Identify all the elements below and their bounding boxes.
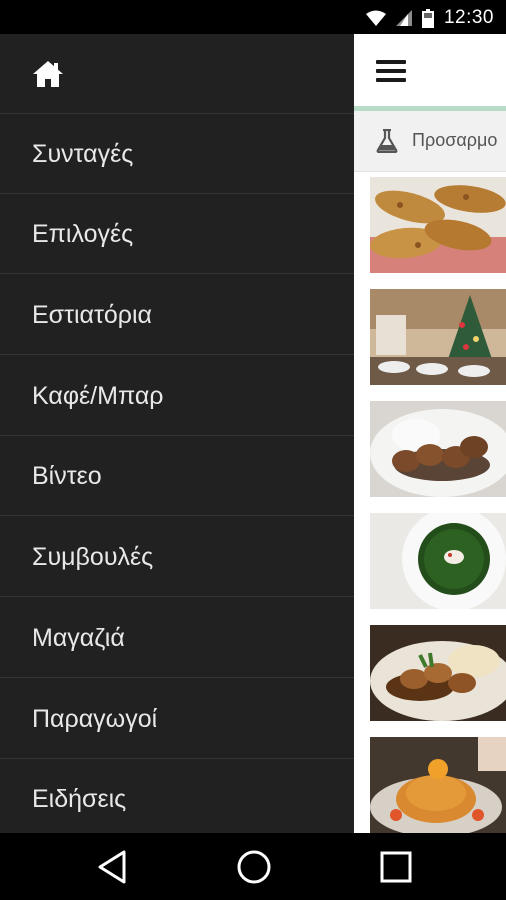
- filter-label: Προσαρμο: [412, 130, 498, 150]
- status-time: 12:30: [443, 7, 494, 28]
- drawer-item-shops[interactable]: Μαγαζιά: [0, 598, 354, 678]
- drawer-item-label: Εστιατόρια: [32, 301, 152, 329]
- drawer-item-label: Ειδήσεις: [32, 785, 127, 813]
- status-bar: 12:30: [0, 0, 506, 34]
- drawer-item-label: Συμβουλές: [32, 543, 154, 571]
- home-circle-icon[interactable]: [234, 849, 274, 885]
- home-icon: [33, 61, 63, 87]
- drawer-item-label: Συνταγές: [32, 140, 134, 168]
- cell-signal-icon: [395, 10, 412, 26]
- recipe-thumbnail[interactable]: [370, 734, 506, 833]
- status-icons: 12:30: [365, 7, 494, 29]
- recipe-thumbnail[interactable]: [370, 174, 506, 273]
- drawer-item-label: Μαγαζιά: [32, 624, 125, 652]
- flask-icon: [376, 129, 398, 153]
- battery-icon: [421, 8, 434, 28]
- drawer-item-choices[interactable]: Επιλογές: [0, 194, 354, 274]
- drawer-item-news[interactable]: Ειδήσεις: [0, 759, 354, 833]
- recipe-thumbnail[interactable]: [370, 510, 506, 609]
- wifi-icon: [365, 10, 386, 26]
- drawer-item-recipes[interactable]: Συνταγές: [0, 114, 354, 194]
- app-area: Προσαρμο Συνταγές Επιλογές Εστιατόρια Κα…: [0, 34, 506, 833]
- recipe-thumbnail[interactable]: [370, 286, 506, 385]
- drawer-item-cafe-bar[interactable]: Καφέ/Μπαρ: [0, 356, 354, 436]
- drawer-item-home[interactable]: [0, 34, 354, 114]
- drawer-item-label: Επιλογές: [32, 220, 134, 248]
- recents-icon[interactable]: [376, 849, 416, 885]
- system-nav-bar: [0, 833, 506, 900]
- recipe-thumbnail[interactable]: [370, 622, 506, 721]
- navigation-drawer: Συνταγές Επιλογές Εστιατόρια Καφέ/Μπαρ Β…: [0, 34, 354, 833]
- drawer-item-label: Βίντεο: [32, 462, 102, 490]
- recipe-thumbnail[interactable]: [370, 398, 506, 497]
- back-icon[interactable]: [94, 849, 134, 885]
- filter-bar[interactable]: Προσαρμο: [354, 111, 506, 172]
- drawer-item-restaurants[interactable]: Εστιατόρια: [0, 275, 354, 355]
- drawer-item-label: Καφέ/Μπαρ: [32, 382, 164, 410]
- drawer-item-tips[interactable]: Συμβουλές: [0, 517, 354, 597]
- drawer-item-producers[interactable]: Παραγωγοί: [0, 679, 354, 759]
- toolbar: [354, 34, 506, 106]
- hamburger-menu-icon[interactable]: [376, 60, 406, 82]
- drawer-item-label: Παραγωγοί: [32, 705, 158, 733]
- drawer-item-video[interactable]: Βίντεο: [0, 436, 354, 516]
- main-content: Προσαρμο: [354, 34, 506, 833]
